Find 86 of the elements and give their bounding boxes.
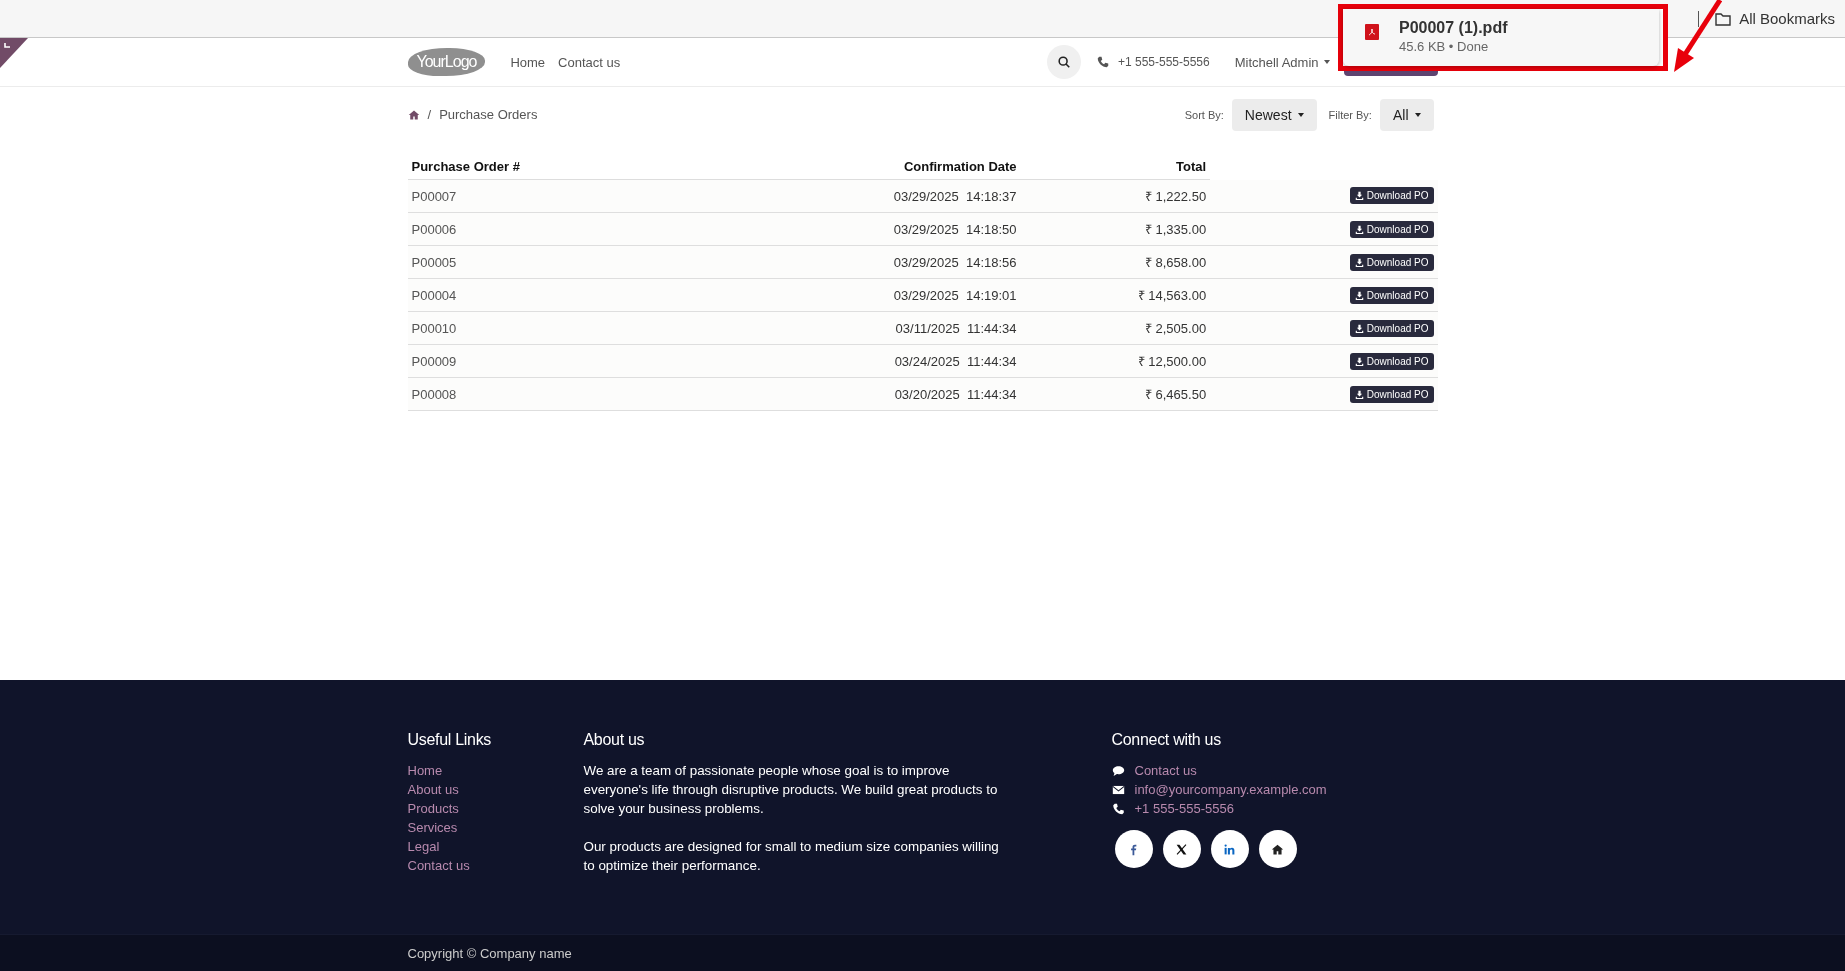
order-link[interactable]: P00010 xyxy=(411,320,457,336)
download-button[interactable]: Download PO xyxy=(1349,385,1434,403)
footer-link[interactable]: Products xyxy=(407,799,459,818)
search-icon xyxy=(1056,55,1071,69)
table-cell: ₹ 14,563.00 xyxy=(1137,288,1207,303)
table-cell: ₹ 8,658.00 xyxy=(1144,255,1207,270)
download-button[interactable]: Download PO xyxy=(1349,220,1434,238)
caret-icon xyxy=(1323,60,1330,64)
phone-number: +1 555-555-5556 xyxy=(1117,55,1210,69)
caret-icon xyxy=(1414,112,1421,117)
home-icon xyxy=(1271,842,1284,856)
table-cell: ₹ 1,335.00 xyxy=(1144,222,1207,237)
breadcrumb-current: Purchase Orders xyxy=(439,107,538,122)
sort-dropdown[interactable]: Newest xyxy=(1231,98,1317,131)
caret-icon xyxy=(1297,112,1304,117)
folder-icon xyxy=(1715,11,1732,26)
download-button[interactable]: Download PO xyxy=(1349,253,1434,271)
order-link[interactable]: P00007 xyxy=(411,188,457,204)
footer-link[interactable]: Contact us xyxy=(407,856,470,875)
chat-icon xyxy=(1111,764,1125,777)
linkedin-icon xyxy=(1223,842,1236,856)
footer-link[interactable]: Home xyxy=(407,761,443,780)
footer-link[interactable]: About us xyxy=(407,780,459,799)
linkedin-button[interactable] xyxy=(1210,830,1249,868)
download-status: 45.6 KB • Done xyxy=(1399,39,1490,54)
order-link[interactable]: P00008 xyxy=(411,386,457,402)
order-link[interactable]: P00006 xyxy=(411,221,457,237)
download-icon xyxy=(1354,356,1364,366)
download-button[interactable]: Download PO xyxy=(1349,286,1434,304)
contact-link[interactable]: +1 555-555-5556 xyxy=(1134,799,1234,818)
envelope-icon xyxy=(1111,783,1125,796)
search-button[interactable] xyxy=(1046,45,1081,79)
nav-link[interactable]: Home xyxy=(510,54,546,70)
x-button[interactable] xyxy=(1162,830,1201,868)
download-icon xyxy=(1354,323,1364,333)
phone-icon xyxy=(1111,802,1125,815)
download-icon xyxy=(1354,224,1364,234)
order-link[interactable]: P00009 xyxy=(411,353,457,369)
user-menu[interactable]: Mitchell Admin xyxy=(1234,54,1330,70)
contact-link[interactable]: info@yourcompany.example.com xyxy=(1134,780,1327,799)
copyright-text: Copyright © Company name xyxy=(407,945,572,961)
footer-heading: About us xyxy=(583,731,646,749)
table-cell: 03/29/2025 14:18:56 xyxy=(893,254,1017,270)
download-button[interactable]: Download PO xyxy=(1349,319,1434,337)
footer-heading: Connect with us xyxy=(1111,731,1222,749)
table-cell: 03/29/2025 14:18:50 xyxy=(893,221,1017,237)
phone-icon xyxy=(1096,56,1109,68)
table-cell: 03/20/2025 11:44:34 xyxy=(894,386,1017,402)
edit-corner-icon[interactable] xyxy=(0,38,28,68)
footer-link[interactable]: Legal xyxy=(407,837,440,856)
table-cell: ₹ 2,505.00 xyxy=(1144,321,1207,336)
order-link[interactable]: P00004 xyxy=(411,287,457,303)
footer-link[interactable]: Services xyxy=(407,818,458,837)
download-icon xyxy=(1354,389,1364,399)
download-icon xyxy=(1354,290,1364,300)
facebook-button[interactable] xyxy=(1114,830,1153,868)
table-cell: ₹ 12,500.00 xyxy=(1137,354,1207,369)
about-paragraph: We are a team of passionate people whose goal is to improve everyone's life through disruptive products. We build great products to solve your business problems. xyxy=(583,762,999,818)
download-icon xyxy=(1354,257,1364,267)
sort-label: Sort By: xyxy=(1184,108,1224,121)
order-link[interactable]: P00005 xyxy=(411,254,457,270)
table-cell: 03/29/2025 14:19:01 xyxy=(893,287,1017,303)
contact-link[interactable]: Contact us xyxy=(1134,761,1197,780)
breadcrumb-separator: / xyxy=(427,107,432,122)
column-header: Total xyxy=(1020,151,1211,180)
column-header: Purchase Order # xyxy=(407,151,697,180)
about-paragraph: Our products are designed for small to medium size companies willing to optimize their performance. xyxy=(583,838,1000,875)
table-cell: ₹ 6,465.50 xyxy=(1144,387,1207,402)
table-cell: 03/24/2025 11:44:34 xyxy=(894,353,1017,369)
filter-label: Filter By: xyxy=(1328,108,1372,121)
home-button[interactable] xyxy=(1258,830,1297,868)
download-icon xyxy=(1354,191,1364,201)
download-button[interactable]: Download PO xyxy=(1349,187,1434,205)
table-cell: 03/29/2025 14:18:37 xyxy=(893,188,1017,204)
pdf-file-icon xyxy=(1365,24,1379,40)
home-icon[interactable] xyxy=(407,108,420,121)
column-header: Confirmation Date xyxy=(696,151,1021,180)
filter-dropdown[interactable]: All xyxy=(1379,98,1434,131)
download-filename[interactable]: P00007 (1).pdf xyxy=(1399,19,1508,37)
x-icon xyxy=(1175,842,1188,856)
bookmarks-button[interactable]: All Bookmarks xyxy=(1739,10,1835,27)
footer-heading: Useful Links xyxy=(407,731,492,749)
table-cell: 03/11/2025 11:44:34 xyxy=(895,320,1017,336)
nav-link[interactable]: Contact us xyxy=(558,54,621,70)
table-cell: ₹ 1,222.50 xyxy=(1144,189,1207,204)
download-button[interactable]: Download PO xyxy=(1349,352,1434,370)
